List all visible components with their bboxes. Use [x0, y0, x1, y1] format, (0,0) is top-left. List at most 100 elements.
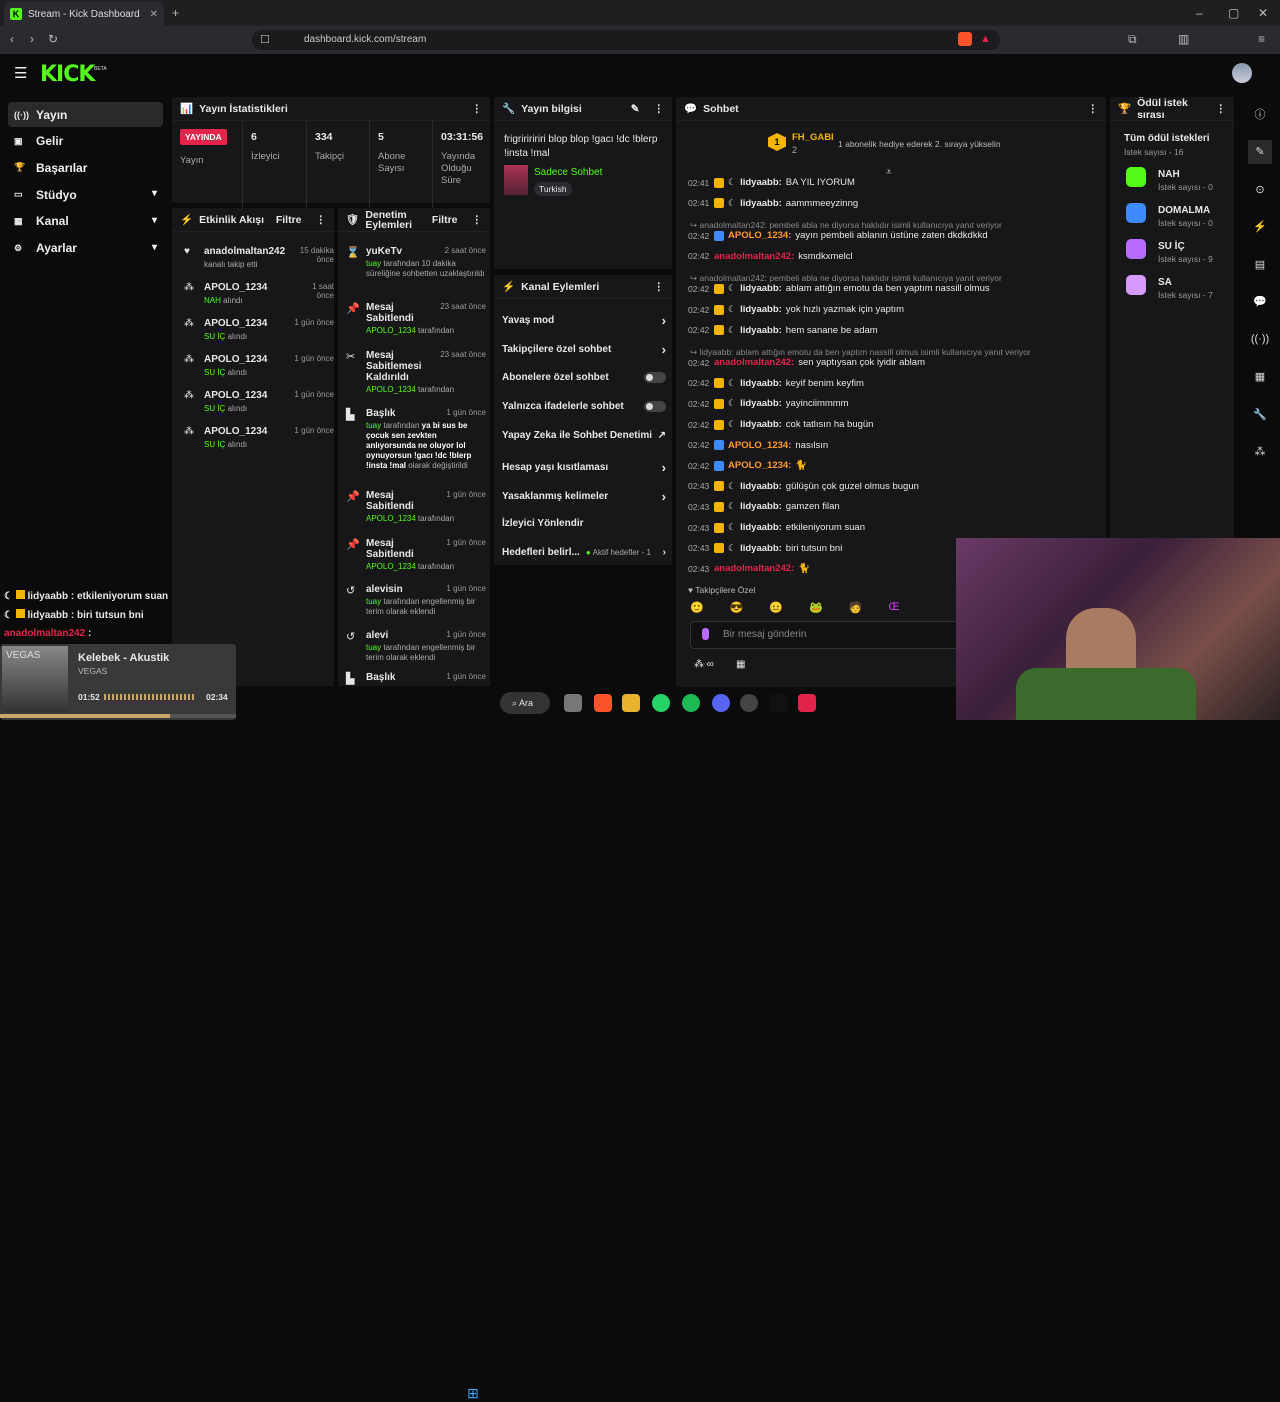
- chevron-right-icon[interactable]: ›: [662, 313, 666, 328]
- maximize-icon[interactable]: ▢: [1228, 6, 1239, 20]
- all-rewards-link[interactable]: Tüm ödül istekleri: [1124, 133, 1210, 144]
- rail-icon-2[interactable]: ✎: [1248, 139, 1272, 164]
- activity-filter-button[interactable]: Filtre: [276, 214, 302, 226]
- windows-start-icon[interactable]: ⊞: [464, 1384, 482, 1402]
- info-menu-icon[interactable]: ⋮: [654, 103, 665, 115]
- rail-icon-4[interactable]: ⚡: [1248, 215, 1272, 239]
- app-icon[interactable]: [798, 694, 816, 712]
- toggle-switch[interactable]: [644, 400, 666, 412]
- sidebar-item-4[interactable]: ▭ Stüdyo ▾: [8, 182, 163, 207]
- reload-icon[interactable]: ↻: [48, 32, 58, 46]
- chat-menu-icon[interactable]: ⋮: [1088, 103, 1099, 115]
- chat-message[interactable]: 02:42 ☾ lidyaabb: ablam attığın emotu da b…: [688, 283, 1088, 294]
- taskbar-search[interactable]: ⌕ Ara: [500, 692, 550, 714]
- obs-icon[interactable]: [740, 694, 758, 712]
- channel-action-item[interactable]: Yasaklanmış kelimeler ›: [502, 489, 666, 504]
- tiktok-icon[interactable]: [770, 694, 788, 712]
- chat-message[interactable]: 02:42 ☾ lidyaabb: yok hızlı yazmak için ya…: [688, 304, 1088, 315]
- forward-icon[interactable]: ›: [30, 32, 34, 46]
- extensions-icon[interactable]: ⧉: [1128, 32, 1137, 47]
- chat-message[interactable]: 02:42 ☾ lidyaabb: keyif benim keyfim: [688, 378, 1088, 389]
- category-name[interactable]: Sadece Sohbet: [534, 167, 602, 178]
- rail-icon-7[interactable]: ((·)): [1248, 327, 1272, 351]
- chat-message[interactable]: 02:41 ☾ lidyaabb: aammmeeyzinng: [688, 198, 1088, 209]
- browser-tab[interactable]: K Stream - Kick Dashboard ✕: [4, 2, 164, 26]
- chat-message[interactable]: 02:42 anadolmaltan242: sen yaptıysan çok …: [688, 357, 1088, 368]
- channel-action-item[interactable]: Yalnızca ifadelerle sohbet: [502, 400, 666, 412]
- channel-action-item[interactable]: Yapay Zeka ile Sohbet Denetimi ↗: [502, 430, 666, 441]
- chat-message[interactable]: 02:41 ☾ lidyaabb: BA YIL IYORUM: [688, 177, 1088, 188]
- kick-logo[interactable]: KICK: [40, 62, 95, 87]
- brave-taskbar-icon[interactable]: [594, 694, 612, 712]
- toggle-switch[interactable]: [644, 371, 666, 383]
- close-window-icon[interactable]: ✕: [1258, 6, 1268, 20]
- channel-action-item[interactable]: Abonelere özel sohbet: [502, 371, 666, 383]
- chat-message[interactable]: 02:42 ☾ lidyaabb: yayinciimmmm: [688, 398, 1088, 409]
- hamburger-icon[interactable]: ☰: [14, 64, 27, 82]
- chat-message[interactable]: 02:43 ☾ lidyaabb: gamzen filan: [688, 501, 1088, 512]
- mod-filter-button[interactable]: Filtre: [432, 214, 458, 226]
- reward-menu-icon[interactable]: ⋮: [1216, 103, 1227, 115]
- mic-icon[interactable]: [702, 628, 709, 640]
- channel-action-item[interactable]: Hesap yaşı kısıtlaması ›: [502, 460, 666, 475]
- channel-action-item[interactable]: Hedefleri belirl... ● Aktif hedefler - 1 ›: [502, 547, 666, 558]
- rail-icon-5[interactable]: ▤: [1248, 252, 1272, 276]
- tag-badge[interactable]: Turkish: [534, 182, 572, 196]
- mod-menu-icon[interactable]: ⋮: [472, 214, 483, 226]
- chevron-right-icon[interactable]: ›: [662, 460, 666, 475]
- back-icon[interactable]: ‹: [10, 32, 14, 46]
- chat-message[interactable]: 02:43 ☾ lidyaabb: gülüşün çok guzel olmus …: [688, 481, 1088, 492]
- chat-message[interactable]: 02:42 APOLO_1234: 🐈: [688, 460, 1088, 471]
- new-tab-icon[interactable]: +: [172, 6, 179, 20]
- rail-icon-6[interactable]: 💬: [1248, 290, 1272, 314]
- rail-icon-9[interactable]: 🔧: [1248, 402, 1272, 426]
- edit-icon[interactable]: ✎: [631, 103, 640, 115]
- chat-message[interactable]: 02:42 APOLO_1234: nasılsın: [688, 440, 1088, 451]
- bookmark-icon[interactable]: ☐: [260, 33, 270, 46]
- emote-bar[interactable]: 🙂 😎 😐 🐸 🧑 Œ: [690, 601, 990, 617]
- sidebar-item-3[interactable]: 🏆 Başarılar: [8, 155, 163, 180]
- channel-action-item[interactable]: Yavaş mod ›: [502, 313, 666, 328]
- avatar[interactable]: [1232, 63, 1252, 83]
- brave-rewards-icon[interactable]: ▲: [980, 33, 991, 45]
- rail-icon-3[interactable]: ⊙: [1248, 177, 1272, 201]
- chat-message[interactable]: 02:42 ☾ lidyaabb: cok tatlısın ha bugün: [688, 419, 1088, 430]
- close-tab-icon[interactable]: ✕: [150, 9, 158, 20]
- chevron-down-icon[interactable]: ▾: [152, 215, 157, 226]
- whatsapp-icon[interactable]: [652, 694, 670, 712]
- gift-icon[interactable]: ▦: [736, 659, 745, 670]
- chat-message[interactable]: 02:42 anadolmaltan242: ksmdkxmelcl: [688, 251, 1088, 262]
- url-field[interactable]: dashboard.kick.com/stream: [252, 30, 1000, 50]
- sidebar-item-2[interactable]: ▣ Gelir: [8, 129, 163, 154]
- rail-icon-8[interactable]: ▦: [1248, 365, 1272, 389]
- chevron-right-icon[interactable]: ›: [662, 342, 666, 357]
- gift-prompt[interactable]: 1 abonelik hediye ederek 2. sıraya yükse…: [838, 139, 1001, 149]
- chat-message[interactable]: 02:43 ☾ lidyaabb: etkileniyorum suan: [688, 522, 1088, 533]
- channel-menu-icon[interactable]: ⋮: [654, 281, 665, 293]
- chevron-down-icon[interactable]: ▾: [152, 242, 157, 253]
- community-icon[interactable]: ⁂ ∞: [694, 659, 714, 670]
- activity-menu-icon[interactable]: ⋮: [316, 214, 327, 226]
- rail-icon-10[interactable]: ⁂: [1248, 440, 1272, 464]
- channel-action-item[interactable]: Takipçilere özel sohbet ›: [502, 342, 666, 357]
- chevron-right-icon[interactable]: ›: [662, 489, 666, 504]
- stats-menu-icon[interactable]: ⋮: [472, 103, 483, 115]
- sidebar-item-6[interactable]: ⚙ Ayarlar ▾: [8, 236, 163, 261]
- external-link-icon[interactable]: ↗: [658, 430, 666, 441]
- sidebar-item-1[interactable]: ((·)) Yayın: [8, 102, 163, 127]
- chevron-right-icon[interactable]: ›: [663, 547, 666, 558]
- chevron-down-icon[interactable]: ▾: [152, 188, 157, 199]
- chat-input[interactable]: Bir mesaj gönderin: [690, 621, 980, 649]
- top-gifter-name[interactable]: FH_GABI: [792, 132, 834, 143]
- task-view-icon[interactable]: [564, 694, 582, 712]
- rail-icon-1[interactable]: ⓘ: [1248, 102, 1272, 126]
- explorer-icon[interactable]: [622, 694, 640, 712]
- brave-shield-icon[interactable]: [958, 32, 972, 46]
- chat-message[interactable]: 02:42 APOLO_1234: yayın pembeli ablanın ü…: [688, 230, 1088, 241]
- chat-message[interactable]: 02:42 ☾ lidyaabb: hem sanane be adam: [688, 325, 1088, 336]
- discord-icon[interactable]: [712, 694, 730, 712]
- menu-icon[interactable]: ≡: [1258, 32, 1265, 46]
- sidebar-item-5[interactable]: ▦ Kanal ▾: [8, 209, 163, 234]
- spotify-icon[interactable]: [682, 694, 700, 712]
- minimize-icon[interactable]: –: [1196, 6, 1203, 20]
